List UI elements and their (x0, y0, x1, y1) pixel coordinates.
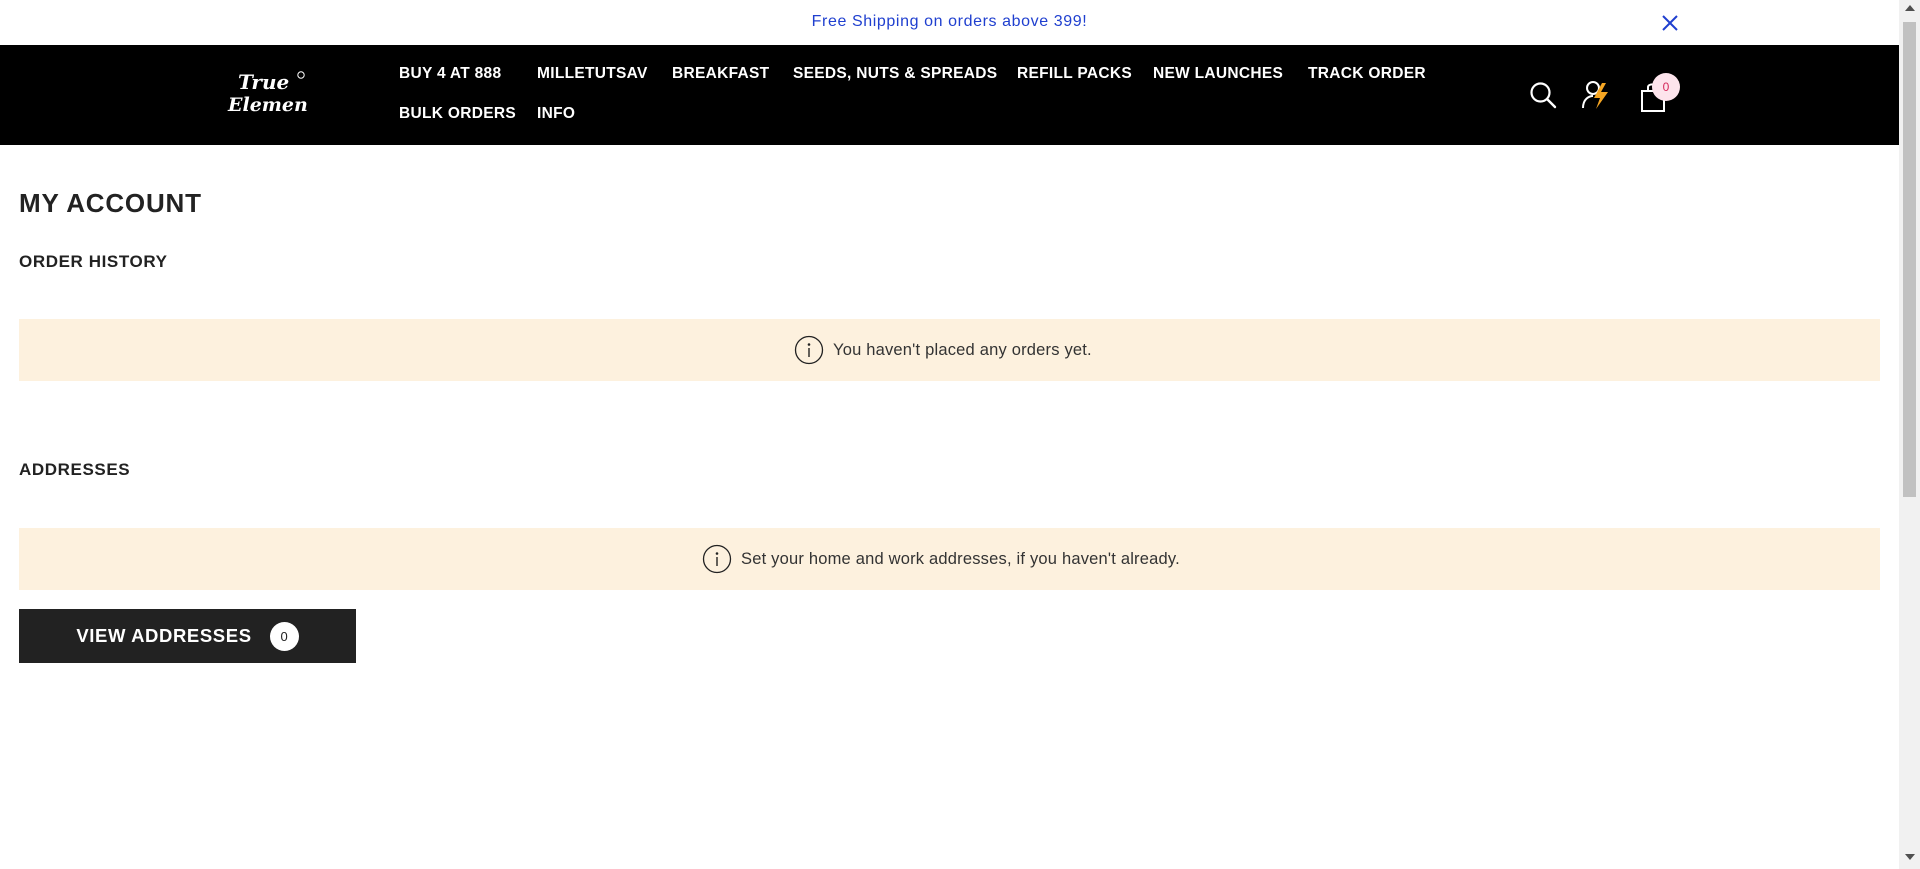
addresses-notice-text: Set your home and work addresses, if you… (741, 549, 1180, 568)
nav-item-seeds-nuts-spreads[interactable]: SEEDS, NUTS & SPREADS (793, 65, 997, 83)
scroll-up-arrow-icon[interactable] (1905, 5, 1915, 11)
view-addresses-button[interactable]: VIEW ADDRESSES 0 (19, 609, 356, 663)
order-history-notice: You haven't placed any orders yet. (19, 319, 1880, 381)
nav-item-bulk-orders[interactable]: BULK ORDERS (399, 105, 516, 123)
scroll-thumb[interactable] (1903, 22, 1916, 497)
nav-item-breakfast[interactable]: BREAKFAST (672, 65, 769, 83)
search-icon[interactable] (1529, 81, 1557, 109)
page-scrollbar[interactable] (1899, 0, 1920, 869)
order-history-heading: ORDER HISTORY (19, 252, 168, 271)
close-icon[interactable] (1659, 12, 1681, 34)
site-header: True Elements BUY 4 AT 888 MILLETUTSAV B… (0, 45, 1899, 145)
info-icon (702, 544, 732, 574)
true-elements-logo[interactable]: True Elements (226, 67, 308, 117)
addresses-heading: ADDRESSES (19, 460, 131, 479)
nav-item-milletutsav[interactable]: MILLETUTSAV (537, 65, 648, 83)
announcement-bar: Free Shipping on orders above 399! (0, 0, 1899, 45)
page-title: MY ACCOUNT (19, 188, 202, 218)
nav-item-track-order[interactable]: TRACK ORDER (1308, 65, 1426, 83)
info-icon (794, 335, 824, 365)
announcement-text: Free Shipping on orders above 399! (811, 13, 1088, 30)
user-lightning-icon[interactable] (1581, 79, 1611, 111)
cart-count-badge: 0 (1652, 73, 1680, 101)
nav-item-new-launches[interactable]: NEW LAUNCHES (1153, 65, 1283, 83)
nav-item-refill-packs[interactable]: REFILL PACKS (1017, 65, 1132, 83)
addresses-notice: Set your home and work addresses, if you… (19, 528, 1880, 590)
address-count-badge: 0 (269, 621, 299, 651)
main-nav: BUY 4 AT 888 MILLETUTSAV BREAKFAST SEEDS… (399, 45, 1439, 145)
svg-text:Elements: Elements (227, 94, 308, 116)
nav-item-info[interactable]: INFO (537, 105, 575, 123)
view-addresses-label: VIEW ADDRESSES (76, 625, 252, 646)
svg-text:True: True (238, 70, 289, 94)
scroll-down-arrow-icon[interactable] (1905, 854, 1915, 860)
order-history-notice-text: You haven't placed any orders yet. (833, 340, 1092, 359)
nav-item-buy-4-at-888[interactable]: BUY 4 AT 888 (399, 65, 501, 83)
